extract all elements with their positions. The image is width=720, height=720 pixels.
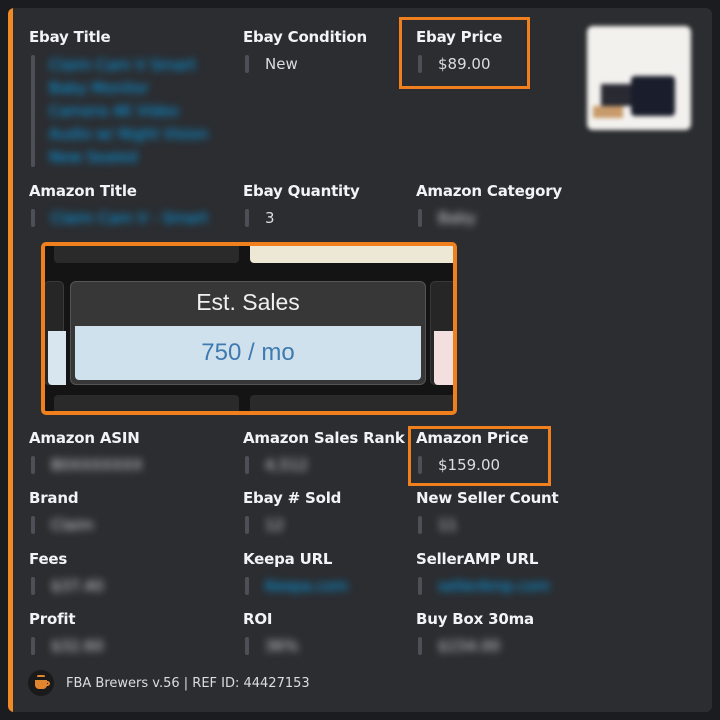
- keepa-url-link[interactable]: Keepa.com: [265, 577, 348, 595]
- field-name: Brand: [29, 489, 79, 507]
- brand-value: Claim: [51, 516, 94, 534]
- title-line: Audio w/ Night Vision: [49, 125, 209, 143]
- fees-value: $37.40: [51, 577, 104, 595]
- ebay-title-link[interactable]: Claim Cam V Smart Baby Monitor Camera 4K…: [49, 54, 208, 169]
- field-value: New: [243, 54, 367, 74]
- highlight-box-est-sales: [41, 242, 457, 415]
- field-ebay-title: Ebay Title Claim Cam V Smart Baby Monito…: [29, 28, 208, 169]
- field-value: 3: [243, 208, 360, 228]
- amazon-sales-rank-value: 4,512: [265, 456, 308, 474]
- field-name: Amazon Sales Rank: [243, 429, 405, 447]
- embed-accent-bar: [8, 8, 13, 712]
- field-value: sellerAmp.com: [416, 576, 550, 596]
- discord-embed: Ebay Title Claim Cam V Smart Baby Monito…: [8, 8, 712, 712]
- field-value: Keepa.com: [243, 576, 348, 596]
- field-selleramp-url: SellerAMP URL sellerAmp.com: [416, 550, 550, 596]
- field-amazon-category: Amazon Category Baby: [416, 182, 562, 228]
- new-seller-count-value: 11: [438, 516, 458, 534]
- field-ebay-quantity: Ebay Quantity 3: [243, 182, 360, 228]
- field-amazon-title: Amazon Title Claim Cam V - Smart: [29, 182, 208, 228]
- title-line: Camera 4K Video: [49, 102, 179, 120]
- field-name: Buy Box 30ma: [416, 610, 534, 628]
- field-value: 36%: [243, 636, 298, 656]
- field-name: Amazon Title: [29, 182, 137, 200]
- field-amazon-asin: Amazon ASIN B0XXXXXXX: [29, 429, 143, 475]
- field-value: $37.40: [29, 576, 104, 596]
- field-value: 4,512: [243, 455, 405, 475]
- field-name: Fees: [29, 550, 68, 568]
- field-name: New Seller Count: [416, 489, 559, 507]
- field-brand: Brand Claim: [29, 489, 94, 535]
- roi-value: 36%: [265, 637, 299, 655]
- field-name: Ebay Condition: [243, 28, 368, 46]
- field-name: Profit: [29, 610, 76, 628]
- title-line: New Sealed: [49, 148, 138, 166]
- coffee-cup-icon: [28, 670, 54, 696]
- ebay-sold-value: 12: [265, 516, 285, 534]
- field-value: $154.00: [416, 636, 534, 656]
- amazon-title-link[interactable]: Claim Cam V - Smart: [51, 209, 208, 227]
- field-keepa-url: Keepa URL Keepa.com: [243, 550, 348, 596]
- field-ebay-condition: Ebay Condition New: [243, 28, 367, 74]
- footer-text: FBA Brewers v.56 | REF ID: 44427153: [66, 675, 310, 691]
- field-name: Ebay Quantity: [243, 182, 360, 200]
- field-name: SellerAMP URL: [416, 550, 539, 568]
- field-name: Amazon ASIN: [29, 429, 140, 447]
- field-name: Amazon Category: [416, 182, 562, 200]
- field-name: Ebay Title: [29, 28, 111, 46]
- field-value: Claim Cam V Smart Baby Monitor Camera 4K…: [29, 54, 208, 169]
- highlight-box-ebay-price: [399, 17, 530, 89]
- amazon-asin-value: B0XXXXXXX: [51, 456, 143, 474]
- field-value: 12: [243, 515, 341, 535]
- field-value: Baby: [416, 208, 562, 228]
- field-name: ROI: [243, 610, 273, 628]
- field-value: 11: [416, 515, 559, 535]
- field-name: Keepa URL: [243, 550, 333, 568]
- buy-box-30ma-value: $154.00: [438, 637, 501, 655]
- field-value: $32.60: [29, 636, 104, 656]
- field-new-seller-count: New Seller Count 11: [416, 489, 559, 535]
- field-amazon-sales-rank: Amazon Sales Rank 4,512: [243, 429, 405, 475]
- field-roi: ROI 36%: [243, 610, 298, 656]
- field-buy-box-30ma: Buy Box 30ma $154.00: [416, 610, 534, 656]
- field-value: Claim Cam V - Smart: [29, 208, 208, 228]
- highlight-box-amazon-price: [408, 426, 551, 486]
- field-value: Claim: [29, 515, 94, 535]
- amazon-category-value: Baby: [438, 209, 476, 227]
- field-ebay-sold: Ebay # Sold 12: [243, 489, 341, 535]
- profit-value: $32.60: [51, 637, 104, 655]
- field-value: B0XXXXXXX: [29, 455, 143, 475]
- title-line: Baby Monitor: [49, 79, 149, 97]
- field-fees: Fees $37.40: [29, 550, 104, 596]
- embed-footer: FBA Brewers v.56 | REF ID: 44427153: [28, 670, 310, 696]
- selleramp-url-link[interactable]: sellerAmp.com: [438, 577, 550, 595]
- field-profit: Profit $32.60: [29, 610, 104, 656]
- field-name: Ebay # Sold: [243, 489, 342, 507]
- title-line: Claim Cam V Smart: [49, 56, 196, 74]
- product-thumbnail[interactable]: [587, 26, 691, 130]
